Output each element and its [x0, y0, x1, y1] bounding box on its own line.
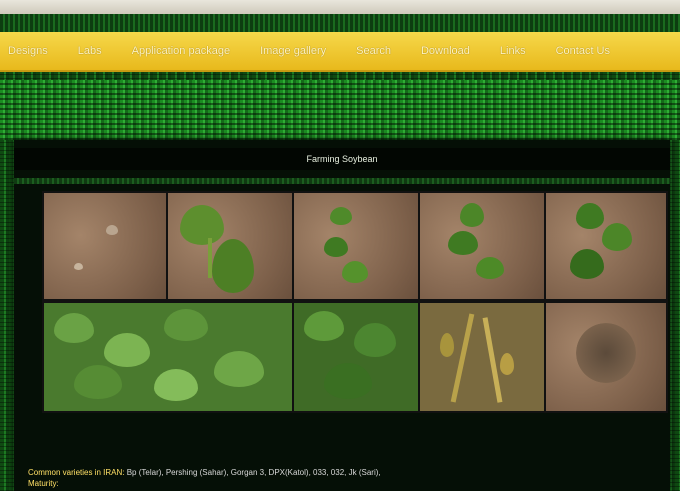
page-title: Farming Soybean — [14, 148, 670, 170]
soybean-growth-gallery — [42, 191, 668, 413]
leaf — [54, 313, 94, 343]
varieties-label: Common varieties in IRAN: — [28, 468, 125, 477]
photo-emergence-stage[interactable] — [168, 193, 292, 299]
header-band — [0, 14, 680, 32]
varieties-value: Bp (Telar), Pershing (Sahar), Gorgan 3, … — [126, 468, 381, 477]
panel-divider — [14, 178, 670, 184]
leaf — [324, 363, 372, 399]
leaf — [104, 333, 150, 367]
leaf — [164, 309, 208, 341]
leaf — [570, 249, 604, 279]
nav-image-gallery[interactable]: Image gallery — [260, 45, 326, 57]
pod — [440, 333, 454, 357]
leaf — [342, 261, 368, 283]
leaf — [460, 203, 484, 227]
pod-stem — [450, 313, 475, 403]
seed-stone — [74, 263, 83, 270]
nav-application-package[interactable]: Application package — [132, 45, 230, 57]
leaf — [324, 237, 348, 257]
maturity-label: Maturity: — [28, 479, 59, 488]
photo-seed-stage[interactable] — [44, 193, 166, 299]
stem — [208, 238, 212, 278]
leaf — [74, 365, 122, 399]
nav-search[interactable]: Search — [356, 45, 391, 57]
grass-banner — [0, 80, 680, 140]
cotyledon-leaf — [180, 205, 224, 245]
pod — [500, 353, 514, 375]
photo-trifoliate-stage[interactable] — [420, 193, 544, 299]
photo-vegetative-stage[interactable] — [546, 193, 666, 299]
photo-maturing-stage[interactable] — [420, 303, 544, 411]
nav-labs[interactable]: Labs — [78, 45, 102, 57]
leaf — [214, 351, 264, 387]
varieties-row: Common varieties in IRAN: Bp (Telar), Pe… — [28, 468, 381, 477]
nav-designs[interactable]: Designs — [8, 45, 48, 57]
seed-stone — [106, 225, 118, 235]
nav-links[interactable]: Links — [500, 45, 526, 57]
dry-stubble — [576, 323, 636, 383]
maturity-row: Maturity: — [28, 479, 381, 488]
leaf — [476, 257, 504, 279]
cotyledon-leaf — [212, 239, 254, 293]
photo-harvest-stage[interactable] — [546, 303, 666, 411]
pod-stem — [482, 317, 503, 403]
nav-contact-us[interactable]: Contact Us — [556, 45, 610, 57]
leaf — [330, 207, 352, 225]
leaf — [602, 223, 632, 251]
leaf — [576, 203, 604, 229]
photo-pod-stage[interactable] — [294, 303, 418, 411]
photo-flowering-stage[interactable] — [44, 303, 292, 411]
nav-download[interactable]: Download — [421, 45, 470, 57]
leaf — [354, 323, 396, 357]
top-strip — [0, 0, 680, 14]
content-panel: Farming Soybean Common varieties in IRAN… — [14, 140, 670, 491]
leaf — [304, 311, 344, 341]
leaf — [448, 231, 478, 255]
main-nav: Designs Labs Application package Image g… — [0, 32, 680, 72]
photo-unifoliate-stage[interactable] — [294, 193, 418, 299]
leaf — [154, 369, 198, 401]
info-section: Common varieties in IRAN: Bp (Telar), Pe… — [28, 468, 381, 490]
